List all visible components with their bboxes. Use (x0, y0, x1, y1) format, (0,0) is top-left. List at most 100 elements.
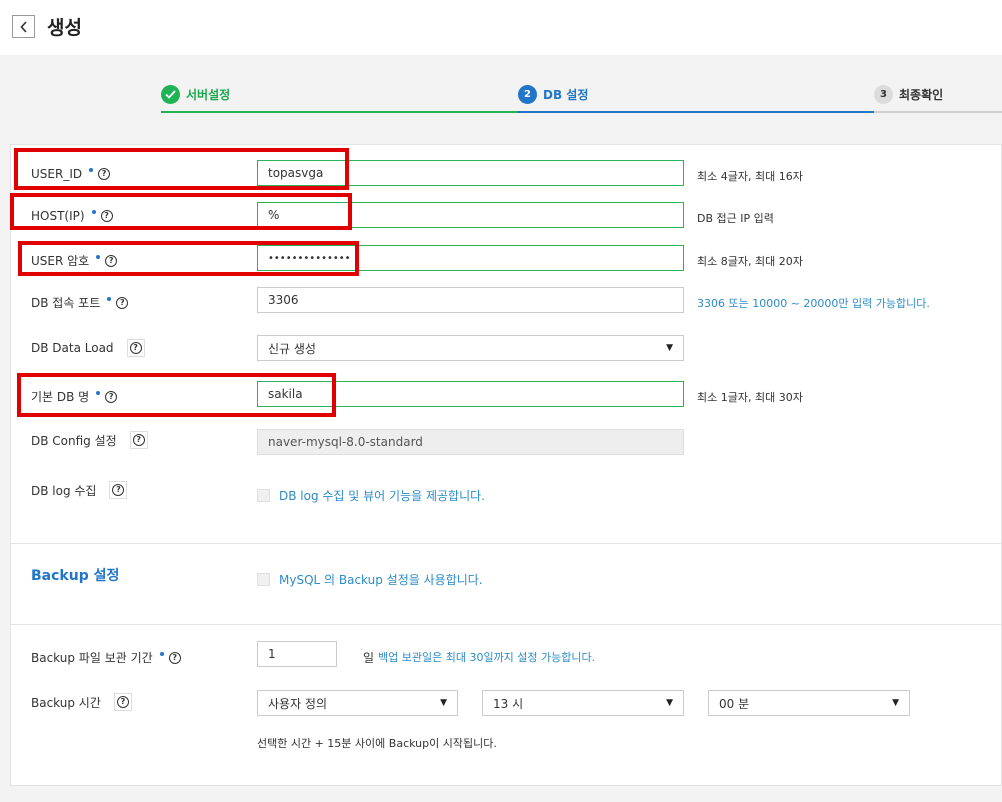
help-icon[interactable]: ? (100, 210, 113, 222)
help-icon[interactable]: ? (116, 296, 129, 309)
input-value: 1 (268, 647, 276, 661)
help-icon[interactable]: ? (105, 254, 118, 267)
step-label: 최종확인 (899, 88, 944, 102)
db-log-label: DB log 수집 ? (31, 481, 128, 499)
db-config-field: naver-mysql-8.0-standard (257, 429, 684, 455)
label-text: Backup 파일 보관 기간 (31, 651, 153, 665)
help-icon: ? (132, 434, 145, 446)
required-dot-icon (96, 254, 101, 259)
chevron-left-icon (19, 20, 27, 33)
input-value: topasvga (268, 166, 324, 180)
page-header: 생성 (0, 0, 1002, 55)
help-button[interactable]: ? (129, 431, 148, 449)
db-log-checkbox-row[interactable]: DB log 수집 및 뷰어 기능을 제공합니다. (257, 487, 485, 504)
default-db-name-input[interactable]: sakila (257, 381, 684, 407)
check-icon (161, 85, 180, 104)
help-button[interactable]: ? (126, 339, 145, 357)
input-value: % (268, 208, 280, 222)
backup-time-label: Backup 시간 ? (31, 693, 132, 711)
input-value: naver-mysql-8.0-standard (268, 435, 423, 449)
caret-down-icon: ▼ (666, 698, 673, 708)
help-button[interactable]: ? (109, 481, 128, 499)
label-text: DB Data Load (31, 341, 114, 355)
backup-retention-label: Backup 파일 보관 기간 ? (31, 649, 181, 666)
db-port-label: DB 접속 포트 ? (31, 294, 129, 311)
backup-checkbox-row[interactable]: MySQL 의 Backup 설정을 사용합니다. (257, 571, 483, 588)
label-text: Backup 시간 (31, 695, 101, 710)
user-password-hint: 최소 8글자, 최대 20자 (697, 255, 803, 268)
backup-retention-unit: 일 (363, 651, 375, 665)
input-value: sakila (268, 387, 303, 401)
label-text: DB log 수집 (31, 483, 97, 498)
step-db-settings[interactable]: 2 DB 설정 (518, 85, 588, 104)
step-final-confirm[interactable]: 3 최종확인 (874, 85, 943, 104)
page-title: 생성 (47, 17, 82, 39)
backup-retention-input[interactable]: 1 (257, 641, 337, 667)
host-ip-input[interactable]: % (257, 202, 684, 228)
required-dot-icon (96, 390, 101, 395)
divider (10, 543, 1002, 544)
step-progress-line (161, 111, 517, 113)
required-dot-icon (91, 210, 96, 214)
label-text: DB 접속 포트 (31, 296, 101, 310)
step-progress-line (517, 111, 874, 113)
user-password-label: USER 암호 ? (31, 252, 118, 269)
db-data-load-label: DB Data Load ? (31, 339, 145, 357)
input-value: •••••••••••••• (268, 252, 351, 264)
back-button[interactable] (12, 15, 35, 38)
divider (10, 624, 1002, 625)
stepper: 서버설정 2 DB 설정 3 최종확인 (0, 56, 1002, 144)
help-icon: ? (129, 342, 142, 354)
label-text: 기본 DB 명 (31, 390, 90, 404)
help-icon[interactable]: ? (168, 651, 181, 664)
default-db-name-hint: 최소 1글자, 최대 30자 (697, 391, 803, 404)
label-text: DB Config 설정 (31, 433, 117, 448)
checkbox-label: DB log 수집 및 뷰어 기능을 제공합니다. (279, 489, 485, 503)
step-server-settings[interactable]: 서버설정 (161, 85, 230, 104)
label-text: HOST(IP) (31, 209, 85, 223)
help-icon: ? (116, 696, 129, 708)
host-ip-hint: DB 접근 IP 입력 (697, 212, 774, 225)
step-number: 3 (874, 85, 893, 104)
db-data-load-select[interactable]: 신규 생성 ▼ (257, 335, 684, 361)
help-icon[interactable]: ? (105, 390, 118, 403)
select-value: 00 분 (719, 696, 750, 711)
select-value: 13 시 (493, 696, 524, 711)
caret-down-icon: ▼ (892, 698, 899, 708)
backup-time-note: 선택한 시간 + 15분 사이에 Backup이 시작됩니다. (257, 737, 497, 750)
db-port-input[interactable]: 3306 (257, 287, 684, 313)
checkbox-label: MySQL 의 Backup 설정을 사용합니다. (279, 573, 483, 587)
backup-hour-select[interactable]: 13 시 ▼ (482, 690, 684, 716)
step-progress-line (874, 111, 1002, 113)
caret-down-icon: ▼ (440, 698, 447, 708)
caret-down-icon: ▼ (666, 343, 673, 353)
backup-minute-select[interactable]: 00 분 ▼ (708, 690, 910, 716)
backup-checkbox[interactable] (257, 573, 270, 586)
backup-mode-select[interactable]: 사용자 정의 ▼ (257, 690, 458, 716)
required-dot-icon (89, 168, 94, 172)
user-id-input[interactable]: topasvga (257, 160, 684, 186)
default-db-name-label: 기본 DB 명 ? (31, 388, 118, 405)
user-password-input[interactable]: •••••••••••••• (257, 245, 684, 271)
host-ip-label: HOST(IP) ? (31, 209, 113, 223)
backup-retention-hint: 백업 보관일은 최대 30일까지 설정 가능합니다. (378, 651, 596, 664)
backup-section-title: Backup 설정 (31, 568, 120, 584)
select-value: 사용자 정의 (268, 696, 328, 711)
user-id-label: USER_ID ? (31, 167, 111, 181)
select-value: 신규 생성 (268, 341, 316, 356)
input-value: 3306 (268, 293, 299, 307)
required-dot-icon (159, 651, 164, 656)
step-label: 서버설정 (186, 88, 231, 102)
user-id-hint: 최소 4글자, 최대 16자 (697, 170, 803, 183)
help-icon[interactable]: ? (98, 168, 111, 180)
help-icon: ? (112, 484, 125, 496)
step-label: DB 설정 (543, 88, 589, 102)
label-text: USER 암호 (31, 254, 90, 268)
db-config-label: DB Config 설정 ? (31, 431, 148, 449)
db-log-checkbox[interactable] (257, 489, 270, 502)
help-button[interactable]: ? (113, 693, 132, 711)
label-text: USER_ID (31, 167, 83, 181)
db-port-hint: 3306 또는 10000 ~ 20000만 입력 가능합니다. (697, 297, 930, 310)
required-dot-icon (107, 296, 112, 301)
step-number: 2 (518, 85, 537, 104)
